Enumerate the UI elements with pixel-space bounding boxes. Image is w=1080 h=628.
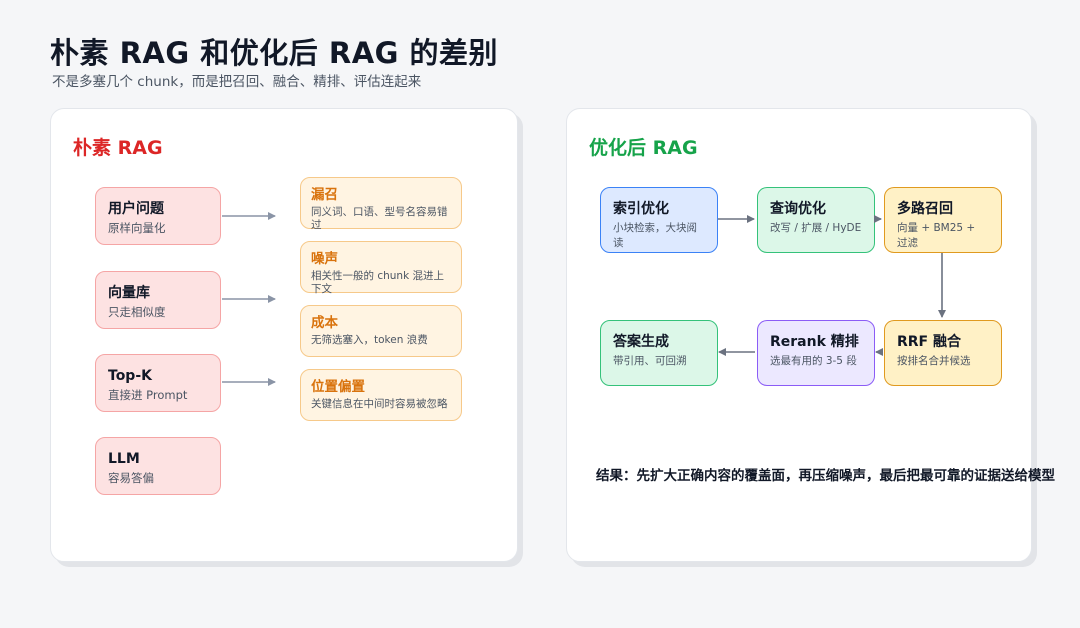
- step-title: 向量库: [108, 285, 150, 301]
- step-title: 查询优化: [770, 201, 826, 217]
- step-title: LLM: [108, 451, 140, 467]
- step-desc: 改写 / 扩展 / HyDE: [770, 222, 862, 234]
- step-desc: 带引用、可回溯: [613, 355, 687, 367]
- opt-step-rrf-fusion: RRF 融合 按排名合并候选: [884, 320, 1002, 386]
- step-desc: 原样向量化: [108, 221, 166, 235]
- step-title: 答案生成: [613, 334, 669, 350]
- step-desc: 向量 + BM25 + 过滤: [897, 222, 976, 249]
- problem-missed-recall: 漏召 同义词、口语、型号名容易错过: [300, 177, 462, 231]
- optimized-rag-title: 优化后 RAG: [589, 137, 698, 159]
- problem-desc: 无筛选塞入，token 浪费: [311, 334, 428, 346]
- problem-cost: 成本 无筛选塞入，token 浪费: [300, 305, 462, 357]
- problem-title: 位置偏置: [311, 379, 365, 395]
- naive-step-llm: LLM 容易答偏: [95, 437, 221, 495]
- step-desc: 小块检索，大块阅读: [613, 222, 697, 249]
- naive-step-topk: Top-K 直接进 Prompt: [95, 354, 221, 412]
- optimized-rag-panel: 优化后 RAG 索引优化 小块检索，大块阅读 查询优化 改写 / 扩展 / Hy…: [566, 108, 1032, 562]
- opt-step-rerank: Rerank 精排 选最有用的 3-5 段: [757, 320, 875, 386]
- step-desc: 选最有用的 3-5 段: [770, 355, 857, 367]
- opt-step-answer: 答案生成 带引用、可回溯: [600, 320, 718, 386]
- problem-desc: 同义词、口语、型号名容易错过: [311, 206, 448, 231]
- step-title: Top-K: [108, 368, 152, 384]
- step-desc: 容易答偏: [108, 471, 154, 485]
- result-summary: 结果：先扩大正确内容的覆盖面，再压缩噪声，最后把最可靠的证据送给模型: [596, 468, 1055, 484]
- naive-step-user-question: 用户问题 原样向量化: [95, 187, 221, 245]
- step-desc: 直接进 Prompt: [108, 388, 188, 402]
- naive-step-vector-db: 向量库 只走相似度: [95, 271, 221, 329]
- page-title: 朴素 RAG 和优化后 RAG 的差别: [50, 36, 499, 70]
- step-title: Rerank 精排: [770, 334, 859, 350]
- step-desc: 只走相似度: [108, 305, 166, 319]
- page-subtitle: 不是多塞几个 chunk，而是把召回、融合、精排、评估连起来: [52, 74, 422, 90]
- problem-position-bias: 位置偏置 关键信息在中间时容易被忽略: [300, 369, 462, 421]
- opt-step-multi-recall: 多路召回 向量 + BM25 + 过滤: [884, 187, 1002, 253]
- problem-noise: 噪声 相关性一般的 chunk 混进上下文: [300, 241, 462, 295]
- naive-rag-panel: 朴素 RAG 用户问题 原样向量化 向量库 只走相似度 Top-K 直接进 Pr…: [50, 108, 518, 562]
- step-title: 索引优化: [613, 201, 669, 217]
- step-desc: 按排名合并候选: [897, 355, 971, 367]
- problem-title: 漏召: [311, 187, 338, 203]
- step-title: 用户问题: [108, 201, 164, 217]
- problem-title: 噪声: [311, 251, 338, 267]
- problem-title: 成本: [311, 315, 338, 331]
- step-title: 多路召回: [897, 201, 953, 217]
- problem-desc: 关键信息在中间时容易被忽略: [311, 398, 448, 410]
- opt-step-query: 查询优化 改写 / 扩展 / HyDE: [757, 187, 875, 253]
- step-title: RRF 融合: [897, 334, 961, 350]
- problem-desc: 相关性一般的 chunk 混进上下文: [311, 270, 444, 295]
- opt-step-index: 索引优化 小块检索，大块阅读: [600, 187, 718, 253]
- naive-rag-title: 朴素 RAG: [73, 137, 163, 159]
